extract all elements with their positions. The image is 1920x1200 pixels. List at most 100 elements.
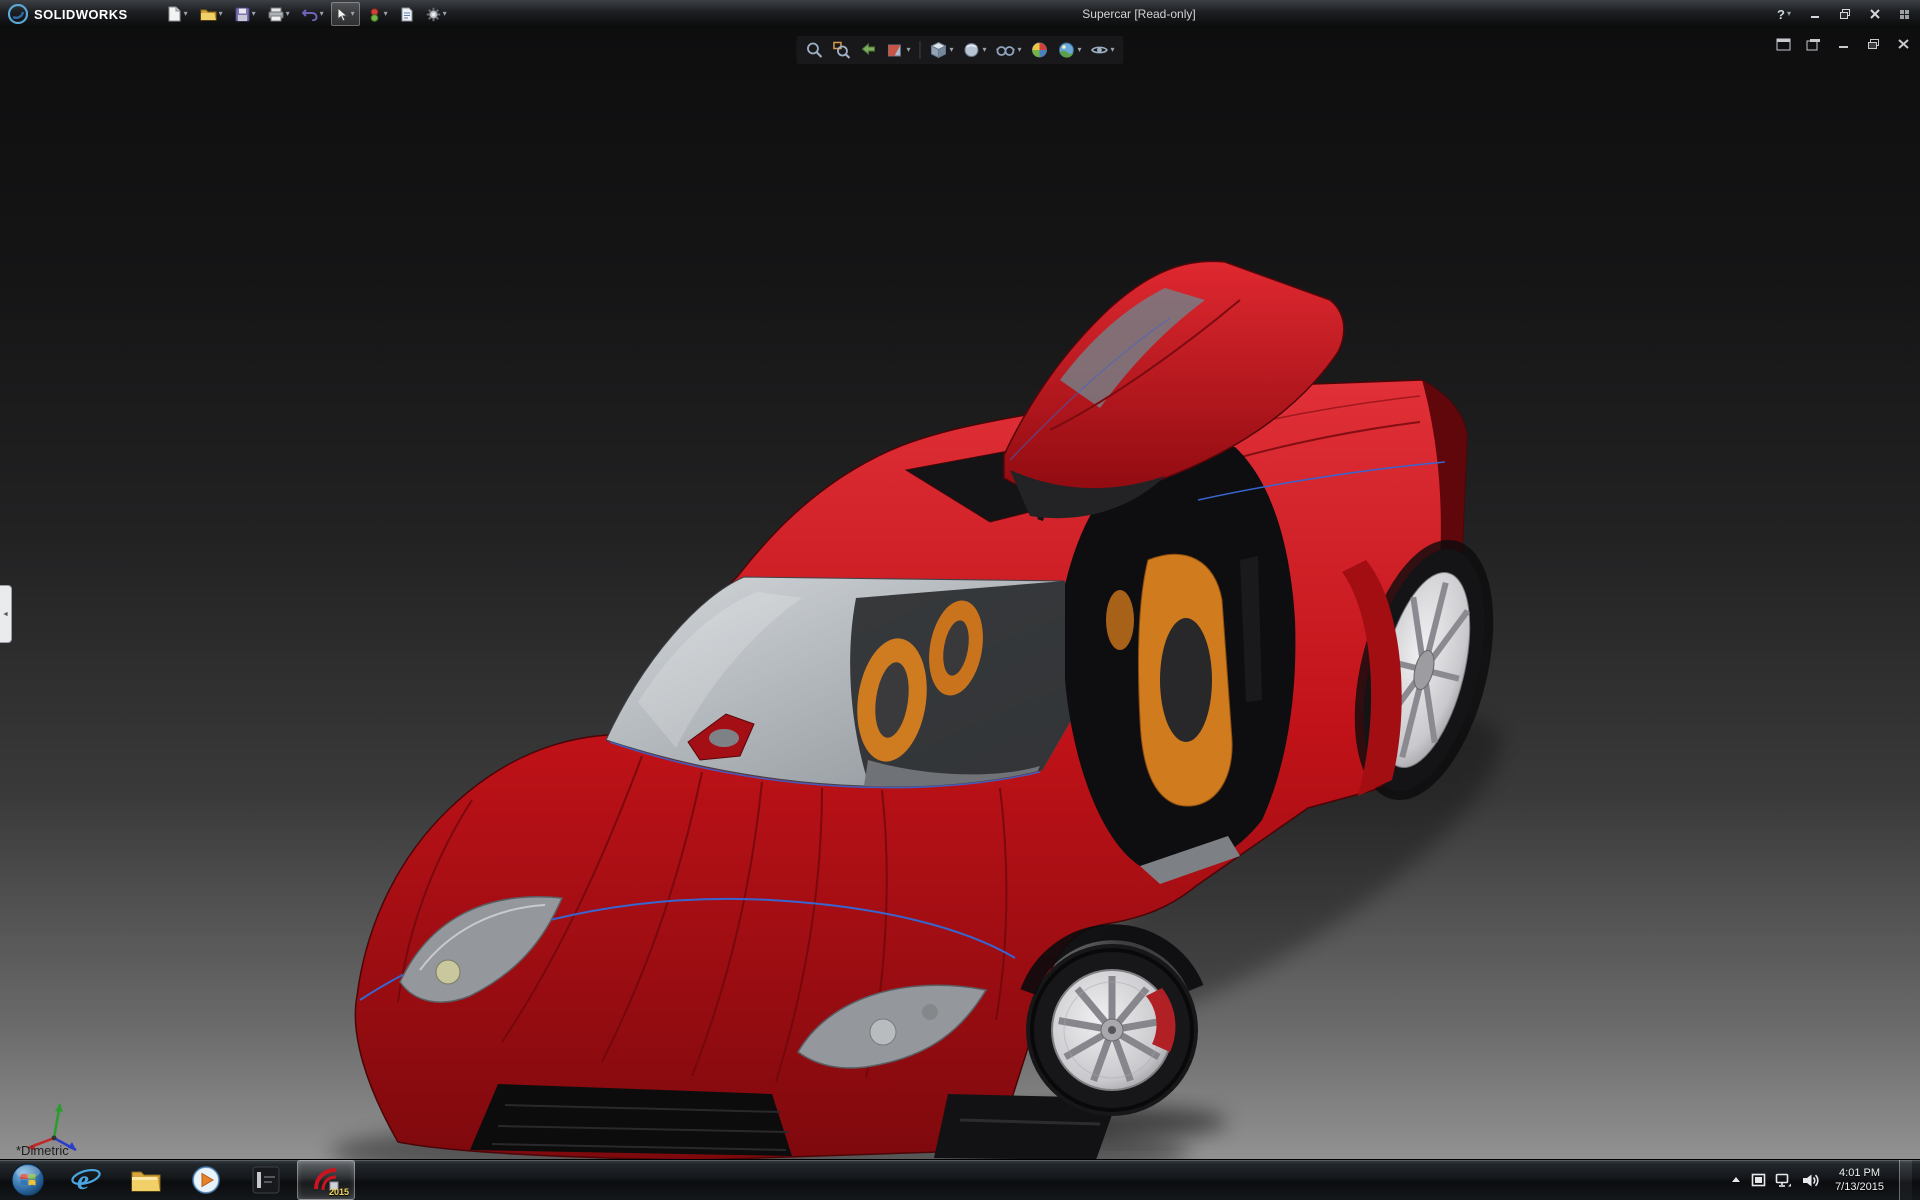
view-orientation-button[interactable]: ▾ xyxy=(926,38,956,62)
apply-scene-button[interactable]: ▾ xyxy=(1055,38,1085,62)
dropdown-caret-icon: ▾ xyxy=(183,9,188,18)
zoom-to-area-icon xyxy=(833,41,851,59)
volume-icon xyxy=(1803,1174,1819,1186)
minimize-button[interactable] xyxy=(1805,2,1825,26)
taskbar-internet-explorer[interactable]: e xyxy=(57,1160,115,1200)
solidworks-version-badge: 2015 xyxy=(328,1187,349,1197)
doc-close-button[interactable] xyxy=(1894,36,1912,52)
section-view-icon xyxy=(887,44,901,57)
edit-appearance-button[interactable] xyxy=(1028,38,1052,62)
dropdown-caret-icon: ▾ xyxy=(251,9,256,18)
dropdown-caret-icon: ▾ xyxy=(949,45,954,54)
show-desktop-button[interactable] xyxy=(1899,1160,1912,1200)
featuremanager-flyout-tab[interactable]: ◄ xyxy=(0,585,12,643)
dropdown-caret-icon: ▾ xyxy=(1077,45,1082,54)
rebuild-button[interactable]: ▾ xyxy=(362,2,393,26)
doc-minimize-icon xyxy=(1838,46,1848,48)
network-icon xyxy=(1775,1173,1792,1187)
view-orientation-label: *Dimetric xyxy=(16,1143,69,1158)
dropdown-caret-icon: ▾ xyxy=(442,9,447,18)
new-button[interactable]: ▾ xyxy=(162,2,193,26)
windows-start-icon xyxy=(11,1163,45,1197)
print-button[interactable]: ▾ xyxy=(263,2,295,26)
tray-app-icon xyxy=(1751,1173,1766,1187)
taskbar-pinned-dark-app[interactable] xyxy=(237,1160,295,1200)
zoom-to-area-button[interactable] xyxy=(829,38,853,62)
options-button[interactable]: ▾ xyxy=(421,2,452,26)
window-title: Supercar [Read-only] xyxy=(1082,7,1196,21)
rebuild-icon xyxy=(370,7,379,22)
dropdown-caret-icon: ▾ xyxy=(982,45,987,54)
taskbar-solidworks-2015[interactable]: 2015 xyxy=(297,1160,355,1200)
dropdown-caret-icon: ▾ xyxy=(1110,45,1115,54)
view-settings-icon xyxy=(1091,46,1109,54)
clock-time: 4:01 PM xyxy=(1839,1166,1881,1179)
app-brand: SOLIDWORKS xyxy=(8,4,128,24)
dropdown-caret-icon: ▾ xyxy=(906,45,911,54)
close-icon xyxy=(1870,9,1880,19)
previous-view-button[interactable] xyxy=(856,38,880,62)
dropdown-caret-icon: ▾ xyxy=(285,9,290,18)
dropdown-caret-icon: ▾ xyxy=(383,9,388,18)
clock-date: 7/13/2015 xyxy=(1835,1181,1884,1193)
doc-restore-button[interactable] xyxy=(1864,36,1882,52)
doc-restore-icon xyxy=(1867,39,1879,49)
volume-button[interactable] xyxy=(1801,1172,1820,1189)
tray-app-button[interactable] xyxy=(1751,1173,1766,1187)
open-folder-icon xyxy=(200,9,217,21)
undo-button[interactable]: ▾ xyxy=(297,2,329,26)
folder-icon xyxy=(131,1171,161,1192)
show-hidden-icons-button[interactable] xyxy=(1730,1175,1742,1185)
taskbar-windows-explorer[interactable] xyxy=(117,1160,175,1200)
layout-grid-button[interactable] xyxy=(1895,2,1914,26)
view-settings-button[interactable]: ▾ xyxy=(1088,38,1118,62)
print-icon xyxy=(268,7,284,21)
network-button[interactable] xyxy=(1775,1173,1792,1188)
restore-pane-icon xyxy=(1776,38,1790,50)
doc-minimize-button[interactable] xyxy=(1834,36,1852,52)
help-button[interactable]: ? ▾ xyxy=(1773,2,1795,26)
previous-view-icon xyxy=(861,42,875,56)
new-document-icon xyxy=(168,6,181,22)
brand-text: SOLIDWORKS xyxy=(34,6,128,22)
options-icon xyxy=(426,7,440,21)
display-style-icon xyxy=(964,43,979,57)
select-cursor-icon xyxy=(337,6,348,22)
minimize-icon xyxy=(1811,16,1819,18)
save-button[interactable]: ▾ xyxy=(230,2,261,26)
zoom-to-fit-icon xyxy=(807,42,823,58)
document-window-controls xyxy=(1774,36,1912,52)
car-model[interactable] xyxy=(0,28,1920,1160)
display-style-button[interactable]: ▾ xyxy=(959,38,989,62)
close-button[interactable] xyxy=(1865,2,1885,26)
select-button[interactable]: ▾ xyxy=(330,2,360,26)
quick-access-toolbar: ▾ ▾ ▾ ▾ ▾ ▾ ▾ ▾ xyxy=(162,2,452,26)
file-properties-button[interactable] xyxy=(395,2,419,26)
restore-button[interactable] xyxy=(1835,2,1855,26)
start-button[interactable] xyxy=(1,1160,55,1200)
dropdown-caret-icon: ▾ xyxy=(1017,45,1022,54)
window-controls: ? ▾ xyxy=(1773,2,1914,26)
dropdown-caret-icon: ▾ xyxy=(1786,9,1791,18)
dropdown-caret-icon: ▾ xyxy=(319,9,324,18)
new-window-button[interactable] xyxy=(1804,36,1822,52)
title-bar: SOLIDWORKS ▾ ▾ ▾ ▾ ▾ ▾ ▾ ▾ Supercar [Rea… xyxy=(0,0,1920,28)
view-orientation-icon xyxy=(930,41,947,59)
zoom-to-fit-button[interactable] xyxy=(802,38,826,62)
restore-pane-button[interactable] xyxy=(1774,36,1792,52)
file-properties-icon xyxy=(401,7,413,21)
hide-show-items-button[interactable]: ▾ xyxy=(993,38,1025,62)
internet-explorer-icon: e xyxy=(71,1165,101,1195)
graphics-viewport[interactable]: ▾ ▾ ▾ ▾ ▾ ▾ ◄ *Dimetric xyxy=(0,28,1920,1160)
undo-icon xyxy=(301,9,318,21)
dropdown-caret-icon: ▾ xyxy=(350,9,355,18)
restore-icon xyxy=(1840,9,1850,19)
section-view-button[interactable]: ▾ xyxy=(883,38,913,62)
front-right-wheel xyxy=(1020,924,1204,1116)
apply-scene-icon xyxy=(1059,42,1075,58)
taskbar-media-player[interactable] xyxy=(177,1160,235,1200)
save-icon xyxy=(235,7,250,21)
hidden-icons-arrow-icon xyxy=(1732,1177,1741,1182)
taskbar-clock[interactable]: 4:01 PM 7/13/2015 xyxy=(1829,1166,1890,1195)
open-button[interactable]: ▾ xyxy=(195,2,228,26)
